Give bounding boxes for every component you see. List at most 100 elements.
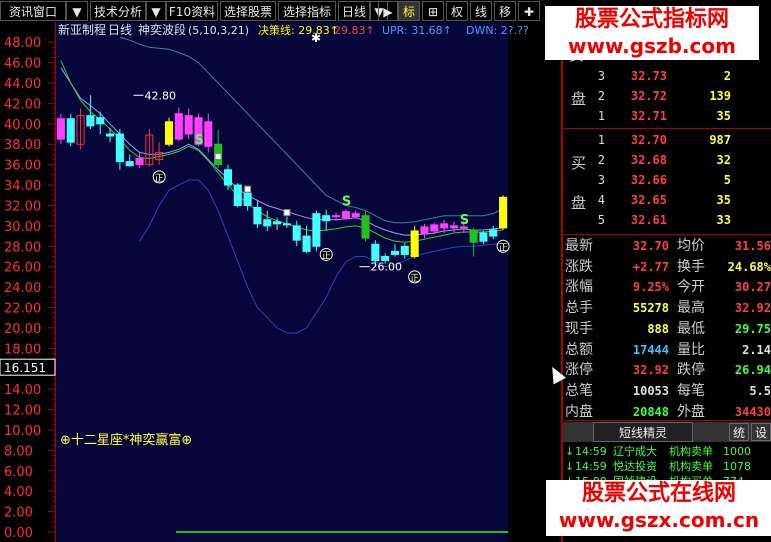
divider <box>563 234 771 235</box>
candle-body <box>440 223 449 229</box>
stat-value: 888 <box>647 321 669 336</box>
buy-idx: 1 <box>597 133 605 147</box>
period-label: 日线 <box>108 23 132 37</box>
candle-body <box>233 184 242 206</box>
sell-price: 32.73 <box>630 69 667 83</box>
news-window-button[interactable]: 资讯窗口 <box>0 1 66 21</box>
y-tick-label: 24.00 <box>4 281 41 296</box>
stat-value: 32.70 <box>632 239 669 253</box>
candle-body <box>56 118 65 140</box>
buy-row-2[interactable]: 2 32.68 32 <box>563 150 771 170</box>
news-dropdown-button[interactable]: ▼ <box>66 1 88 21</box>
candle-body <box>449 225 458 229</box>
stats-button[interactable]: 统 <box>729 423 749 441</box>
candle-body <box>400 245 409 255</box>
rights-button[interactable]: 权 <box>446 1 468 21</box>
period-button[interactable]: 日线 <box>338 1 370 21</box>
candle-body <box>430 224 439 232</box>
candle-body <box>273 221 282 225</box>
stat-row: 涨跌 +2.77 换手 24.68% <box>563 257 771 277</box>
stat-row: 总手 55278 最高 32.92 <box>563 298 771 318</box>
play-button[interactable]: ▶ <box>378 1 398 21</box>
divider <box>563 420 771 421</box>
watermark-url: www.gszx.com.cn <box>558 508 760 532</box>
top-watermark: 股票公式指标网 www.gszb.com <box>545 6 759 60</box>
sprite-header: 短线精灵 统 设 <box>563 422 771 442</box>
mark-button[interactable]: 标 <box>398 1 420 21</box>
stat-row: 总笔 10053 每笔 5.5 <box>563 381 771 401</box>
stat-label: 最新 <box>565 238 593 254</box>
tab-short-line-sprite[interactable]: 短线精灵 <box>593 422 693 442</box>
f10-button[interactable]: F10资料 <box>166 1 218 21</box>
candle-body <box>361 215 370 239</box>
annotation-label: 26.00 <box>371 261 403 274</box>
candle-body <box>282 223 291 226</box>
sprite-action: 机构卖单 <box>669 460 713 473</box>
sell-volume: 2 <box>723 69 731 83</box>
indicator-caption: ⊕十二星座*神奕赢富⊕ <box>60 432 192 448</box>
stat-value: 9.25% <box>632 280 669 295</box>
grid-button[interactable]: ⊞ <box>422 1 444 21</box>
buy-volume: 5 <box>723 173 731 187</box>
candle-body <box>174 113 183 140</box>
y-tick-label: 0.00 <box>4 526 33 541</box>
stat-value: 30.27 <box>734 280 771 295</box>
stat-value: 34430 <box>734 404 771 419</box>
select-stock-button[interactable]: 选择股票 <box>220 1 276 21</box>
zheng-label: 正 <box>499 243 508 253</box>
kline-chart[interactable]: 48.00 46.00 44.00 42.00 40.00 38.00 36.00 34.00… <box>0 22 562 542</box>
indicator-params: (5,10,3,21) <box>188 24 249 37</box>
buy-volume: 35 <box>716 193 731 207</box>
crosshair-button[interactable]: ✚ <box>518 1 540 21</box>
buy-row-3[interactable]: 3 32.66 5 <box>563 170 771 190</box>
sell-volume: 35 <box>716 109 731 123</box>
buy-row-1[interactable]: 1 32.70 987 <box>563 130 771 150</box>
buy-idx: 2 <box>597 153 605 167</box>
candle-body <box>96 117 105 125</box>
stat-label: 均价 <box>677 238 705 254</box>
sprite-item[interactable]: ↓ 14:59 辽宁成大 机构卖单 1000 <box>563 444 771 459</box>
stat-value: 2.14 <box>742 342 771 357</box>
candle-body <box>410 230 419 257</box>
buy-row-4[interactable]: 4 32.65 35 <box>563 190 771 210</box>
candle-body <box>66 118 75 143</box>
tech-analysis-button[interactable]: 技术分析 <box>90 1 146 21</box>
divider <box>563 128 771 129</box>
stat-label: 今开 <box>677 279 705 296</box>
stat-label: 内盘 <box>565 403 593 420</box>
sell-row-2[interactable]: 2 32.72 139 <box>563 86 771 106</box>
watermark-title: 股票公式指标网 <box>574 7 729 32</box>
sell-row-3[interactable]: 3 32.73 2 <box>563 66 771 86</box>
candle-body <box>125 161 134 167</box>
sell-row-1[interactable]: 1 32.71 35 <box>563 106 771 126</box>
y-tick-label: 46.00 <box>4 57 41 72</box>
stat-label: 涨跌 <box>565 258 593 275</box>
quote-panel: 卖 盘 3 32.73 2 2 32.72 139 1 32.71 35 买 盘… <box>546 22 771 542</box>
candle-body <box>499 196 508 229</box>
stat-label: 最低 <box>677 320 705 337</box>
line-button[interactable]: 线 <box>470 1 492 21</box>
indicator-name: 神奕波段 <box>138 22 186 37</box>
buy-row-5[interactable]: 5 32.61 33 <box>563 210 771 230</box>
candle-body <box>115 133 124 163</box>
sprite-item[interactable]: ↓ 14:59 悦达投资 机构卖单 1078 <box>563 459 771 474</box>
stat-value: 5.5 <box>749 383 771 398</box>
buy-volume: 32 <box>716 153 731 167</box>
candle-body <box>371 243 380 262</box>
select-indicator-button[interactable]: 选择指标 <box>278 1 336 21</box>
y-tick-label: 48.00 <box>4 36 41 51</box>
annotation-label: 42.80 <box>145 89 177 102</box>
zheng-label: 正 <box>410 274 419 284</box>
stat-label: 现手 <box>565 320 593 337</box>
indicator-value: 29.83↑ <box>334 24 375 37</box>
sell-idx: 3 <box>597 69 605 83</box>
tech-dropdown-button[interactable]: ▼ <box>146 1 166 21</box>
stat-row: 总额 17444 量比 2.14 <box>563 340 771 360</box>
stat-value: 32.92 <box>734 301 771 316</box>
buy-volume: 33 <box>716 213 731 227</box>
stat-value: 24.68% <box>727 259 771 274</box>
settings-button[interactable]: 设 <box>751 423 771 441</box>
move-button[interactable]: 移 <box>494 1 516 21</box>
candle-body <box>253 207 262 225</box>
candle-body <box>204 121 213 147</box>
